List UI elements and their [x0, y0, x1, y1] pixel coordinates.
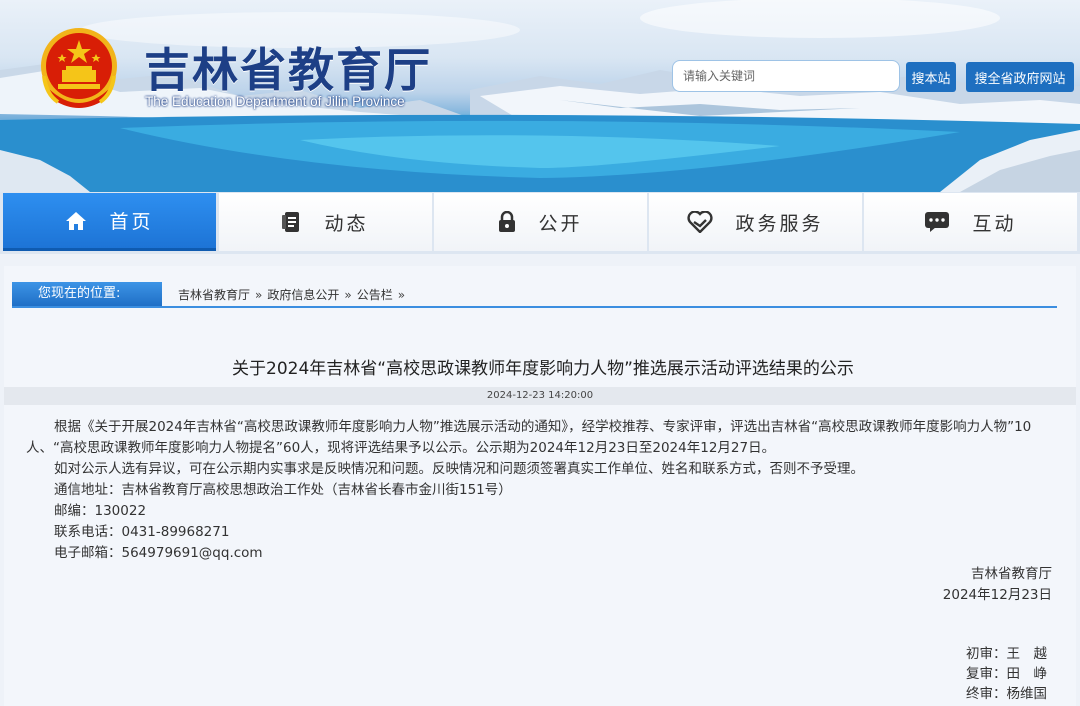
- breadcrumb-label: 您现在的位置:: [12, 282, 162, 306]
- article-title: 关于2024年吉林省“高校思政课教师年度影响力人物”推选展示活动评选结果的公示: [232, 359, 854, 379]
- document-icon: [282, 212, 300, 232]
- contact-phone: 联系电话：0431-89968271: [54, 524, 230, 540]
- nav-item-label: 首页: [109, 211, 154, 233]
- review-second: 复审：田 峥: [966, 666, 1047, 682]
- content-panel: 您现在的位置: 吉林省教育厅 » 政府信息公开 » 公告栏 » 关于2024年吉林省“高校…: [4, 266, 1076, 706]
- national-emblem-icon: [41, 28, 117, 108]
- search-input[interactable]: [672, 60, 900, 92]
- breadcrumb-separator: »: [344, 288, 352, 302]
- nav-item-label: 公开: [538, 212, 583, 235]
- article-paragraph: 根据《关于开展2024年吉林省“高校思政课教师年度影响力人物”推选展示活动的通知…: [26, 419, 1032, 456]
- breadcrumb-separator: »: [397, 288, 406, 302]
- contact-email: 电子邮箱：564979691@qq.com: [54, 545, 263, 561]
- breadcrumb-link-notice-board[interactable]: 公告栏: [357, 288, 393, 302]
- chat-icon: [925, 212, 950, 232]
- lock-icon: [499, 211, 516, 232]
- review-first: 初审：王 越: [966, 646, 1047, 662]
- breadcrumb: 您现在的位置: 吉林省教育厅 » 政府信息公开 » 公告栏 »: [12, 282, 1057, 308]
- nav-item-label: 互动: [972, 212, 1017, 235]
- contact-postcode: 邮编：130022: [54, 503, 147, 519]
- contact-address: 通信地址：吉林省教育厅高校思想政治工作处（吉林省长春市金川街151号）: [54, 482, 512, 498]
- breadcrumb-path: 吉林省教育厅 » 政府信息公开 » 公告栏 »: [178, 286, 410, 303]
- site-subtitle: The Education Department of Jilin Provin…: [145, 94, 405, 109]
- nav-item-label: 政务服务: [735, 212, 824, 235]
- search-site-button[interactable]: 搜本站: [906, 62, 956, 92]
- article-paragraph: 如对公示人选有异议，可在公示期内实事求是反映情况和问题。反映情况和问题须签署真实…: [54, 461, 864, 477]
- breadcrumb-link-gov-info[interactable]: 政府信息公开: [267, 288, 339, 302]
- nav-item-news[interactable]: 动态: [219, 193, 432, 251]
- site-title: 吉林省教育厅: [144, 43, 432, 97]
- breadcrumb-link-home[interactable]: 吉林省教育厅: [178, 288, 250, 302]
- article-datetime: 2024-12-23 14:20:00: [4, 387, 1076, 405]
- main-nav: 首页 动态 公开 政务服务 互动: [0, 192, 1080, 254]
- nav-item-interaction[interactable]: 互动: [864, 193, 1077, 251]
- signature-org: 吉林省教育厅: [971, 566, 1052, 582]
- nav-item-disclosure[interactable]: 公开: [434, 193, 647, 251]
- search-all-gov-sites-button[interactable]: 搜全省政府网站: [966, 62, 1074, 92]
- nav-item-gov-services[interactable]: 政务服务: [649, 193, 862, 251]
- home-icon: [66, 211, 87, 230]
- breadcrumb-separator: »: [255, 288, 263, 302]
- review-final: 终审：杨维国: [966, 686, 1047, 702]
- article-body: 根据《关于开展2024年吉林省“高校思政课教师年度影响力人物”推选展示活动的通知…: [26, 417, 1058, 564]
- heart-hands-icon: [687, 211, 714, 233]
- signature-date: 2024年12月23日: [942, 587, 1052, 603]
- nav-item-home[interactable]: 首页: [3, 193, 216, 251]
- nav-item-label: 动态: [324, 212, 369, 235]
- site-header-banner: 吉林省教育厅 The Education Department of Jilin…: [0, 0, 1080, 192]
